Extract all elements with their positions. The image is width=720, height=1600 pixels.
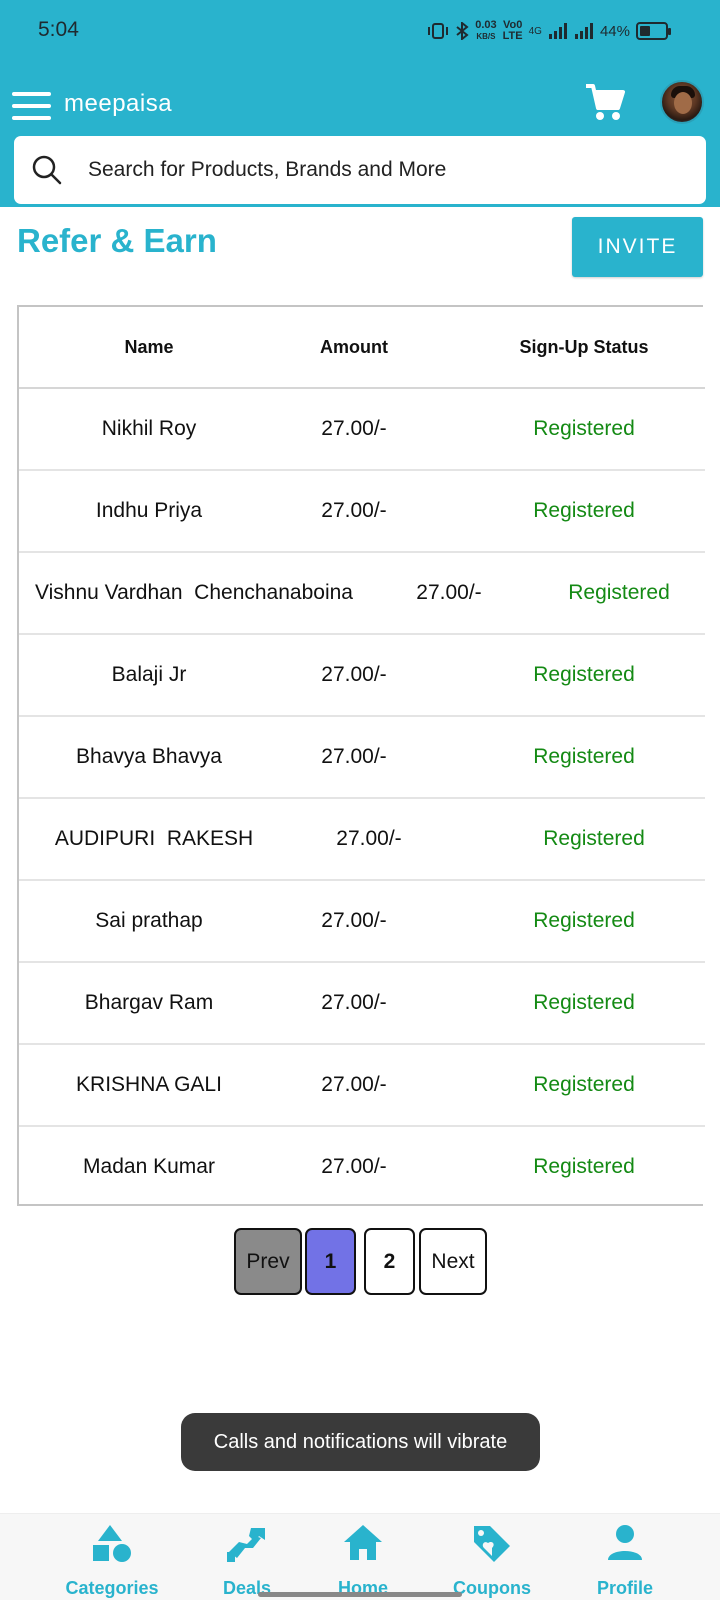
search-bar[interactable]: Search for Products, Brands and More — [14, 136, 706, 204]
cell-name: Indhu Priya — [95, 499, 203, 522]
cell-name: Vishnu Vardhan Chenchanaboina — [35, 581, 353, 604]
toast-message: Calls and notifications will vibrate — [181, 1413, 540, 1471]
cell-name: Balaji Jr — [111, 663, 187, 686]
home-indicator — [258, 1592, 462, 1597]
cell-status: Registered — [533, 991, 635, 1014]
table-row: Nikhil Roy 27.00/- Registered — [19, 389, 705, 471]
table-row: Vishnu Vardhan Chenchanaboina 27.00/- Re… — [19, 553, 705, 635]
cell-name: KRISHNA GALI — [76, 1073, 222, 1096]
battery-percent: 44% — [599, 22, 630, 40]
cell-amount: 27.00/- — [321, 1155, 387, 1178]
categories-icon — [93, 1525, 131, 1562]
cell-status: Registered — [533, 1073, 635, 1096]
nav-home[interactable]: Home — [303, 1514, 423, 1600]
cell-status: Registered — [533, 1155, 635, 1178]
table-row: Indhu Priya 27.00/- Registered — [19, 471, 705, 553]
table-row: AUDIPURI RAKESH 27.00/- Registered — [19, 799, 705, 881]
cell-name: Nikhil Roy — [101, 417, 197, 440]
column-header-amount: Amount — [320, 337, 388, 357]
prev-button[interactable]: Prev — [234, 1228, 302, 1295]
nav-categories[interactable]: Categories — [52, 1514, 172, 1600]
avatar[interactable] — [660, 80, 704, 124]
screen: 5:04 0.03 KB/S Vo0 LTE 4G 44% meepaisa S… — [0, 0, 720, 1600]
cell-amount: 27.00/- — [321, 745, 387, 768]
nav-label: Profile — [596, 1578, 653, 1598]
cell-amount: 27.00/- — [321, 1073, 387, 1096]
invite-button[interactable]: INVITE — [572, 217, 703, 277]
cell-amount: 27.00/- — [321, 499, 387, 522]
table-header: Name Amount Sign-Up Status — [19, 307, 705, 389]
cell-amount: 27.00/- — [336, 827, 402, 850]
app-header: 5:04 0.03 KB/S Vo0 LTE 4G 44% meepaisa S… — [0, 0, 720, 207]
cell-status: Registered — [533, 745, 635, 768]
deals-icon — [227, 1528, 265, 1562]
cell-name: Bhargav Ram — [84, 991, 214, 1014]
status-time: 5:04 — [38, 18, 79, 41]
table-row: Bhavya Bhavya 27.00/- Registered — [19, 717, 705, 799]
status-icons: 0.03 KB/S Vo0 LTE 4G 44% — [427, 19, 671, 42]
column-header-name: Name — [124, 337, 174, 357]
bluetooth-icon — [456, 22, 469, 40]
cell-status: Registered — [533, 909, 635, 932]
cell-status: Registered — [533, 417, 635, 440]
nav-label: Categories — [65, 1578, 159, 1598]
cell-name: AUDIPURI RAKESH — [54, 827, 254, 850]
cell-status: Registered — [543, 827, 645, 850]
battery-icon — [636, 22, 671, 40]
brand-logo[interactable]: meepaisa — [64, 90, 172, 118]
search-icon — [32, 155, 62, 185]
cell-name: Madan Kumar — [83, 1155, 215, 1178]
cell-status: Registered — [533, 499, 635, 522]
column-header-status: Sign-Up Status — [519, 337, 649, 357]
net-speed: 0.03 KB/S — [475, 19, 497, 42]
cell-amount: 27.00/- — [321, 991, 387, 1014]
table-row: Balaji Jr 27.00/- Registered — [19, 635, 705, 717]
table-row: Sai prathap 27.00/- Registered — [19, 881, 705, 963]
cell-amount: 27.00/- — [321, 663, 387, 686]
coupons-icon — [474, 1526, 510, 1562]
referral-table: Name Amount Sign-Up Status Nikhil Roy 27… — [17, 305, 705, 1209]
table-row: KRISHNA GALI 27.00/- Registered — [19, 1045, 705, 1127]
cell-name: Sai prathap — [95, 909, 203, 932]
cell-name: Bhavya Bhavya — [76, 745, 222, 768]
signal-icon-2 — [574, 23, 593, 39]
page-2-button[interactable]: 2 — [364, 1228, 415, 1295]
nav-profile[interactable]: Profile — [565, 1514, 685, 1600]
signal-icon — [548, 23, 567, 39]
cell-status: Registered — [533, 663, 635, 686]
table-row: Bhargav Ram 27.00/- Registered — [19, 963, 705, 1045]
table-row: Madan Kumar 27.00/- Registered — [19, 1127, 705, 1209]
menu-icon[interactable] — [12, 92, 51, 120]
next-button[interactable]: Next — [419, 1228, 487, 1295]
nav-deals[interactable]: Deals — [187, 1514, 307, 1600]
cell-amount: 27.00/- — [321, 909, 387, 932]
home-icon — [344, 1525, 382, 1560]
profile-icon — [608, 1525, 642, 1560]
page-1-button[interactable]: 1 — [305, 1228, 356, 1295]
cart-icon[interactable] — [584, 82, 626, 122]
network-type: 4G — [528, 25, 542, 37]
vibrate-icon — [428, 23, 449, 39]
nav-coupons[interactable]: Coupons — [432, 1514, 552, 1600]
cell-status: Registered — [568, 581, 670, 604]
search-input[interactable]: Search for Products, Brands and More — [88, 158, 446, 182]
cell-amount: 27.00/- — [416, 581, 482, 604]
cell-amount: 27.00/- — [321, 417, 387, 440]
bottom-nav: Categories Deals Home Coupons Profile — [0, 1513, 720, 1600]
page-title: Refer & Earn — [17, 222, 217, 259]
volte-indicator: Vo0 LTE — [502, 19, 523, 42]
